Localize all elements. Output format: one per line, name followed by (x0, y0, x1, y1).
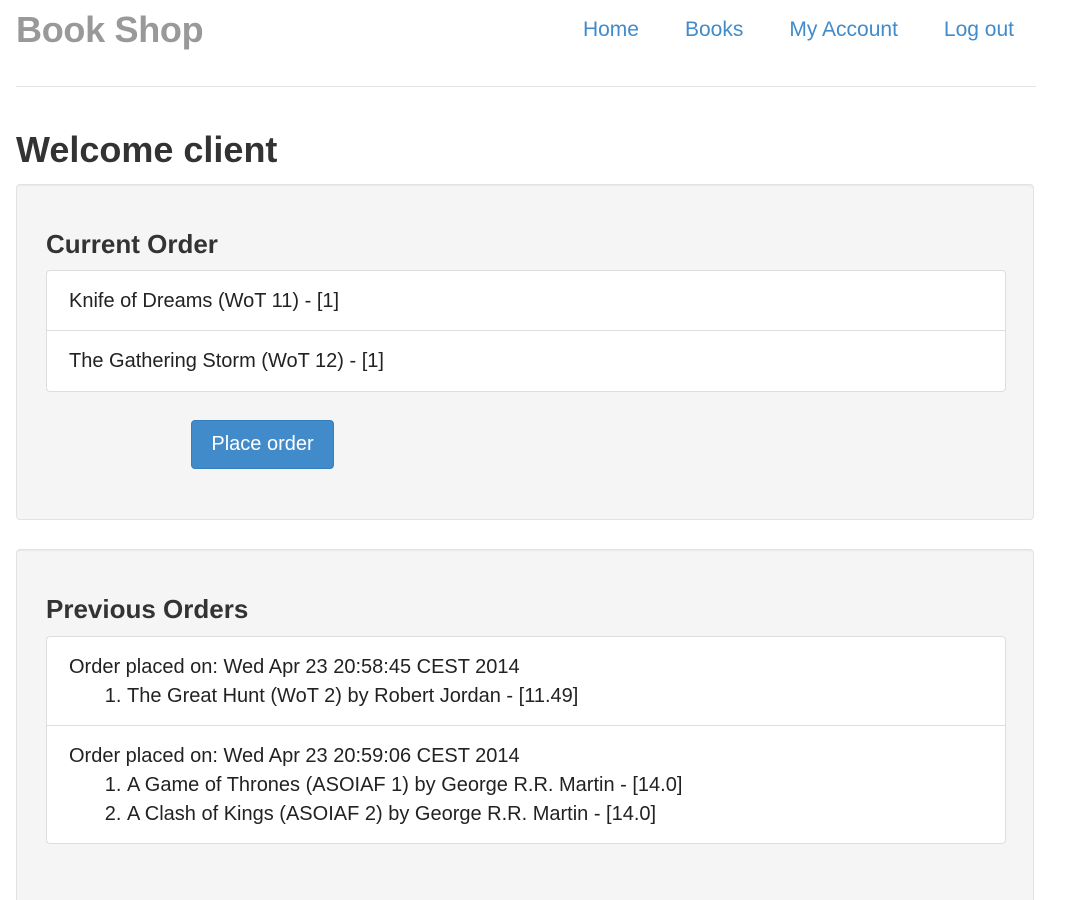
current-order-item: Knife of Dreams (WoT 11) - [1] (47, 271, 1005, 331)
place-order-button[interactable]: Place order (191, 420, 334, 469)
order-placed-date: Order placed on: Wed Apr 23 20:58:45 CES… (69, 656, 520, 678)
brand-logo[interactable]: Book Shop (16, 10, 204, 50)
order-items-list: The Great Hunt (WoT 2) by Robert Jordan … (69, 682, 983, 711)
current-order-panel: Current Order Knife of Dreams (WoT 11) -… (16, 184, 1034, 520)
previous-orders-panel: Previous Orders Order placed on: Wed Apr… (16, 549, 1034, 900)
previous-order: Order placed on: Wed Apr 23 20:58:45 CES… (47, 637, 1005, 726)
order-book-item: The Great Hunt (WoT 2) by Robert Jordan … (127, 682, 983, 711)
page: Book Shop Home Books My Account Log out … (0, 0, 1065, 900)
current-order-list: Knife of Dreams (WoT 11) - [1] The Gathe… (46, 270, 1006, 392)
previous-orders-list: Order placed on: Wed Apr 23 20:58:45 CES… (46, 636, 1006, 844)
current-order-heading: Current Order (46, 229, 218, 259)
previous-orders-heading: Previous Orders (46, 594, 249, 624)
nav-books-link[interactable]: Books (662, 14, 766, 46)
previous-order: Order placed on: Wed Apr 23 20:59:06 CES… (47, 726, 1005, 843)
order-book-item: A Game of Thrones (ASOIAF 1) by George R… (127, 771, 983, 800)
order-book-item: A Clash of Kings (ASOIAF 2) by George R.… (127, 800, 983, 829)
page-title: Welcome client (16, 129, 278, 170)
nav-home-link[interactable]: Home (560, 14, 662, 46)
nav-my-account-link[interactable]: My Account (766, 14, 921, 46)
nav-log-out-link[interactable]: Log out (921, 14, 1036, 46)
order-placed-date: Order placed on: Wed Apr 23 20:59:06 CES… (69, 745, 520, 767)
site-header: Book Shop Home Books My Account Log out (16, 0, 1036, 87)
current-order-item: The Gathering Storm (WoT 12) - [1] (69, 350, 384, 372)
main-nav: Home Books My Account Log out (560, 14, 1036, 46)
order-items-list: A Game of Thrones (ASOIAF 1) by George R… (69, 771, 983, 829)
